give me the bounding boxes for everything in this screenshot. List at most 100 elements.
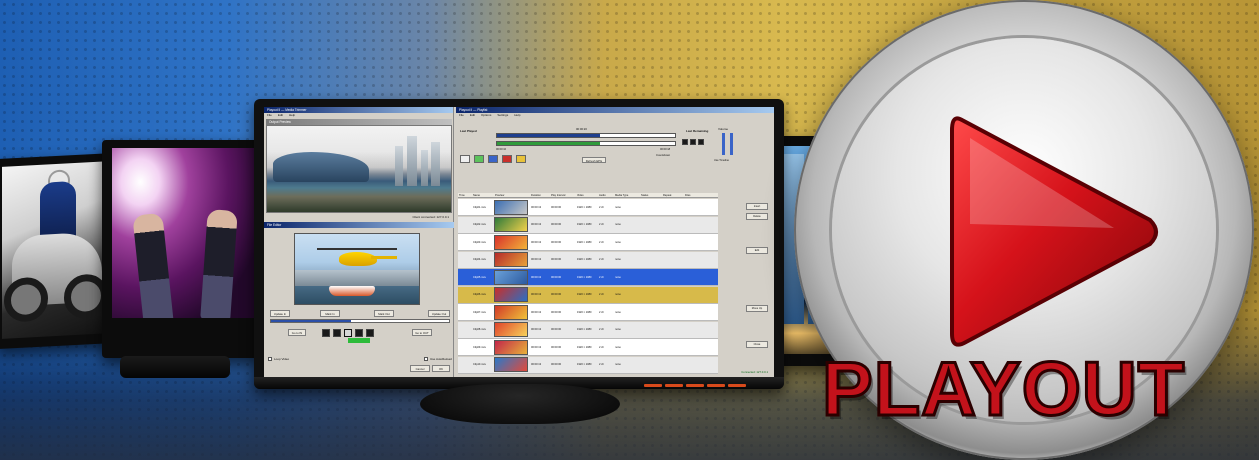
row-video: 1920 × 1080 — [577, 328, 592, 331]
checkbox-box[interactable] — [424, 357, 428, 361]
clip-progress-bar[interactable] — [496, 141, 676, 146]
loop-video-label: Loop Video — [274, 357, 290, 361]
table-row[interactable]: Clip08.mov 00:00:13 00:00:00 1920 × 1080 2 c… — [458, 321, 718, 339]
checkbox-box[interactable] — [268, 357, 272, 361]
row-audio: 2 ch — [599, 328, 604, 331]
helicopter — [339, 252, 377, 266]
menu-file[interactable]: File — [459, 113, 464, 118]
row-play-interval: 00:00:00 — [551, 205, 562, 209]
close-button[interactable]: Close — [746, 341, 768, 348]
led-indicator — [665, 384, 683, 387]
countdown-label: Countdown — [656, 153, 671, 157]
menu-help[interactable]: Help — [289, 113, 295, 118]
main-screen: Playout II — Media Trimmer File Edit Hel… — [264, 107, 774, 377]
column-status[interactable]: Status — [640, 193, 662, 197]
monitor-motorcycle-screen — [2, 161, 110, 339]
pause-icon[interactable] — [502, 155, 512, 163]
ok-button[interactable]: OK — [432, 365, 450, 372]
connection-status: Connected: 127.0.0.1 — [741, 370, 768, 374]
row-duration: 00:00:13 — [531, 328, 542, 331]
play-icon[interactable] — [474, 155, 484, 163]
playback-progress-bar[interactable] — [496, 133, 676, 138]
previous-icon[interactable] — [460, 155, 470, 163]
row-play-interval: 00:00:00 — [551, 240, 562, 244]
monitor-concert-screen — [112, 148, 254, 318]
volume-slider-right[interactable] — [730, 133, 733, 155]
column-video[interactable]: Video — [576, 193, 598, 197]
auto-reload-checkbox[interactable]: Use AutoReload — [424, 357, 452, 361]
trimmer-video[interactable] — [294, 233, 420, 305]
mode-toggle-group — [682, 139, 704, 145]
mode-toggle-icon[interactable] — [690, 139, 696, 145]
go-to-in-button[interactable]: Go to IN — [288, 329, 306, 336]
table-row[interactable]: Clip02.mov 00:00:13 00:00:00 1920 × 1080 2 c… — [458, 216, 718, 234]
trimmer-window: Playout II — Media Trimmer File Edit Hel… — [264, 107, 454, 377]
row-audio: 2 ch — [599, 310, 604, 314]
column-repeat[interactable]: Repeat — [662, 193, 684, 197]
column-audio[interactable]: Audio — [598, 193, 614, 197]
row-play-interval: 00:00:00 — [551, 310, 562, 314]
trimmer-timecode — [348, 338, 370, 343]
rewind-icon[interactable] — [322, 329, 330, 337]
trimmer-timeline[interactable] — [270, 319, 450, 323]
column-time[interactable]: Time — [458, 193, 472, 197]
column-name[interactable]: Name — [472, 193, 494, 197]
step-back-icon[interactable] — [333, 329, 341, 337]
table-row[interactable]: Clip01.mov 00:00:13 00:00:00 1920 × 1080 2 c… — [458, 199, 718, 216]
insert-button[interactable]: Insert — [746, 203, 768, 210]
play-icon[interactable] — [344, 329, 352, 337]
row-media-type: none — [615, 345, 621, 349]
move-up-button[interactable]: Move Up — [746, 305, 768, 312]
row-thumbnail — [494, 217, 528, 232]
edit-button[interactable]: Edit — [746, 247, 768, 254]
table-row[interactable]: Clip03.mov 00:00:13 00:00:00 1920 × 1080 2 c… — [458, 234, 718, 251]
next-icon[interactable] — [516, 155, 526, 163]
column-duration[interactable]: Duration — [530, 193, 550, 197]
menu-settings[interactable]: Settings — [497, 113, 508, 118]
refresh-epg-button[interactable]: Refresh EPG — [582, 157, 606, 163]
output-preview — [266, 125, 452, 213]
row-audio: 2 ch — [599, 293, 604, 296]
cancel-button[interactable]: Cancel — [410, 365, 430, 372]
update-in-button[interactable]: Update In — [270, 310, 290, 317]
menu-edit[interactable]: Edit — [278, 113, 283, 118]
table-row[interactable]: Clip06.mov 00:00:13 00:00:00 1920 × 1080 2 c… — [458, 286, 718, 304]
table-row[interactable]: Clip09.mov 00:00:13 00:00:00 1920 × 1080 2 c… — [458, 339, 718, 356]
menu-file[interactable]: File — [267, 113, 272, 118]
use-timeline-label: Use Timeline — [714, 159, 729, 162]
fast-forward-icon[interactable] — [366, 329, 374, 337]
column-preview[interactable]: Preview — [494, 193, 530, 197]
mode-toggle-icon[interactable] — [698, 139, 704, 145]
column-files[interactable]: Files — [684, 193, 704, 197]
menu-options[interactable]: Options — [481, 113, 491, 118]
row-name: Clip06.mov — [473, 293, 486, 296]
column-media-type[interactable]: Media Type — [614, 193, 640, 197]
row-thumbnail — [494, 269, 528, 285]
mark-out-button[interactable]: Mark Out — [374, 310, 394, 317]
table-row[interactable]: Clip05.mov 00:00:13 00:00:00 1920 × 1080 2 c… — [458, 269, 718, 286]
table-row[interactable]: Clip10.mov 00:00:13 00:00:00 1920 × 1080 2 c… — [458, 356, 718, 374]
mark-in-button[interactable]: Mark In — [320, 310, 340, 317]
table-row[interactable]: Clip07.mov 00:00:13 00:00:00 1920 × 1080 2 c… — [458, 304, 718, 321]
row-name: Clip09.mov — [473, 345, 486, 349]
menu-edit[interactable]: Edit — [470, 113, 475, 118]
delete-button[interactable]: Delete — [746, 213, 768, 220]
table-row[interactable]: Clip04.mov 00:00:13 00:00:00 1920 × 1080 2 c… — [458, 251, 718, 269]
go-to-out-button[interactable]: Go to OUT — [412, 329, 432, 336]
tower — [431, 142, 440, 186]
play-triangle-icon — [950, 116, 1158, 347]
stop-icon[interactable] — [488, 155, 498, 163]
update-out-button[interactable]: Update Out — [428, 310, 450, 317]
mode-toggle-icon[interactable] — [682, 139, 688, 145]
playlist-menubar: File Edit Options Settings Help — [456, 113, 774, 118]
row-media-type: none — [615, 205, 621, 209]
loop-video-checkbox[interactable]: Loop Video — [268, 357, 289, 361]
row-thumbnail — [494, 322, 528, 337]
menu-help[interactable]: Help — [514, 113, 520, 118]
row-audio: 2 ch — [599, 275, 604, 279]
column-play-interval[interactable]: Play Interval — [550, 193, 576, 197]
step-forward-icon[interactable] — [355, 329, 363, 337]
playback-time: 00:00:20 — [576, 127, 587, 131]
row-duration: 00:00:13 — [531, 258, 542, 261]
volume-slider-left[interactable] — [722, 133, 725, 155]
